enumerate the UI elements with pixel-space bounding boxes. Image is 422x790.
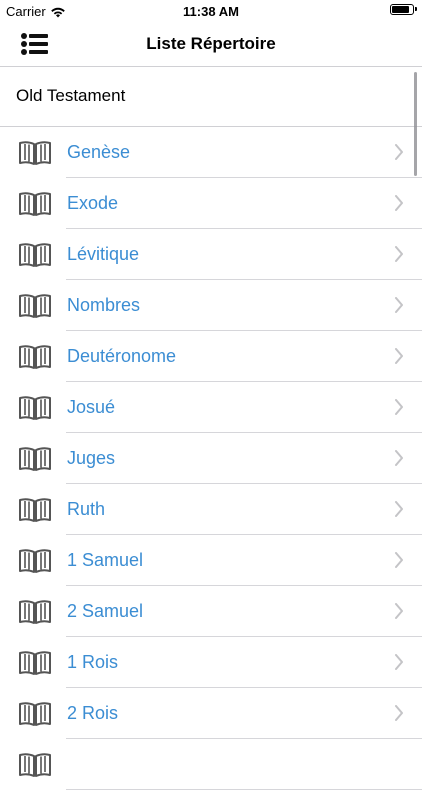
book-label: 1 Samuel (67, 550, 144, 570)
chevron-right-icon (394, 705, 404, 721)
book-label: 1 Rois (67, 652, 119, 672)
list-item[interactable]: Juges (0, 433, 422, 484)
book-icon (18, 394, 52, 422)
chevron-right-icon (394, 654, 404, 670)
section-header: Old Testament (0, 67, 422, 127)
book-label: Genèse (67, 142, 131, 162)
list-item[interactable]: Lévitique (0, 229, 422, 280)
chevron-right-icon (394, 501, 404, 517)
book-icon (18, 751, 52, 779)
chevron-right-icon (394, 603, 404, 619)
book-icon (18, 343, 52, 371)
book-icon (18, 649, 52, 677)
book-icon (18, 700, 52, 728)
list-item[interactable] (0, 739, 422, 790)
clock: 11:38 AM (183, 4, 239, 19)
book-label: Lévitique (67, 244, 140, 264)
list-item[interactable]: 2 Rois (0, 688, 422, 739)
scroll-indicator[interactable] (414, 72, 417, 176)
list-item[interactable]: Josué (0, 382, 422, 433)
book-label: Juges (67, 448, 116, 468)
list-item[interactable]: 1 Rois (0, 637, 422, 688)
battery-level (392, 6, 410, 13)
chevron-right-icon (394, 246, 404, 262)
list-item[interactable]: Nombres (0, 280, 422, 331)
chevron-right-icon (394, 297, 404, 313)
list-item[interactable]: Exode (0, 178, 422, 229)
chevron-right-icon (394, 450, 404, 466)
battery-icon (390, 4, 417, 15)
book-label: Nombres (67, 295, 141, 315)
book-label: Josué (67, 397, 116, 417)
book-label: Ruth (67, 499, 106, 519)
section-title: Old Testament (16, 86, 126, 105)
book-icon (18, 292, 52, 320)
book-icon (18, 496, 52, 524)
book-icon (18, 445, 52, 473)
book-label: 2 Rois (67, 703, 119, 723)
book-icon (18, 598, 52, 626)
status-bar: Carrier 11:38 AM (0, 0, 422, 22)
book-label: Exode (67, 193, 119, 213)
list-item[interactable]: Deutéronome (0, 331, 422, 382)
book-icon (18, 190, 52, 218)
list-item[interactable]: Ruth (0, 484, 422, 535)
chevron-right-icon (394, 399, 404, 415)
chevron-right-icon (394, 552, 404, 568)
book-label: Deutéronome (67, 346, 177, 366)
book-icon (18, 241, 52, 269)
chevron-right-icon (394, 348, 404, 364)
navigation-bar: Liste Répertoire (0, 22, 422, 67)
list-item[interactable]: 2 Samuel (0, 586, 422, 637)
list-item[interactable]: 1 Samuel (0, 535, 422, 586)
book-list: Genèse Exode Lévitique Nombres Deutéronome Jo… (0, 127, 422, 790)
book-icon (18, 139, 52, 167)
chevron-right-icon (394, 195, 404, 211)
book-label: 2 Samuel (67, 601, 144, 621)
page-title: Liste Répertoire (146, 34, 276, 53)
chevron-right-icon (394, 144, 404, 160)
list-item[interactable]: Genèse (0, 127, 422, 178)
book-icon (18, 547, 52, 575)
